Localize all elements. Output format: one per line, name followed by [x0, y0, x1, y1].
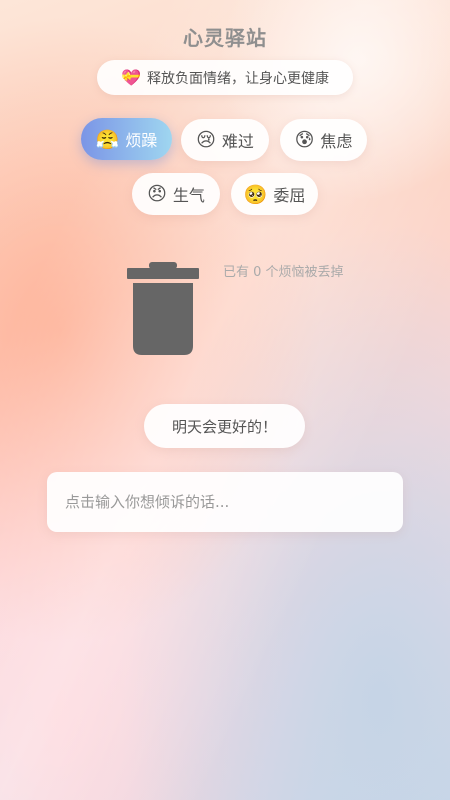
confide-input[interactable]: [65, 493, 403, 511]
crying-face-icon: 😢: [196, 129, 216, 151]
mood-label: 烦躁: [125, 131, 158, 150]
mood-label: 焦虑: [320, 132, 353, 151]
trash-can-icon[interactable]: [127, 262, 199, 356]
mood-chip-anxious[interactable]: 😰 焦虑: [280, 119, 367, 161]
mood-label: 委屈: [273, 186, 306, 205]
anxious-face-icon: 😰: [294, 129, 315, 151]
mood-chip-sad[interactable]: 😢 难过: [181, 119, 269, 161]
mood-label: 难过: [221, 132, 254, 151]
subtitle-text: 释放负面情绪，让身心更健康: [146, 70, 329, 87]
angry-face-icon: 😠: [147, 183, 167, 205]
subtitle-pill: 💝 释放负面情绪，让身心更健康: [97, 60, 353, 95]
mood-label: 生气: [172, 186, 205, 205]
encouragement-pill: 明天会更好的！: [144, 404, 305, 448]
mood-chip-irritable[interactable]: 😤 烦躁: [81, 118, 172, 160]
confide-input-box[interactable]: [47, 472, 403, 532]
mood-chip-angry[interactable]: 😠 生气: [132, 173, 220, 215]
pleading-face-icon: 🥺: [243, 183, 268, 206]
heart-icon: 💝: [121, 68, 141, 87]
encouragement-text: 明天会更好的！: [171, 417, 277, 436]
frustrated-face-icon: 😤: [95, 128, 120, 151]
trashed-count-text: 已有 0 个烦恼被丢掉: [223, 265, 344, 280]
mood-chip-wronged[interactable]: 🥺 委屈: [231, 173, 318, 215]
page-title: 心灵驿站: [183, 26, 267, 50]
